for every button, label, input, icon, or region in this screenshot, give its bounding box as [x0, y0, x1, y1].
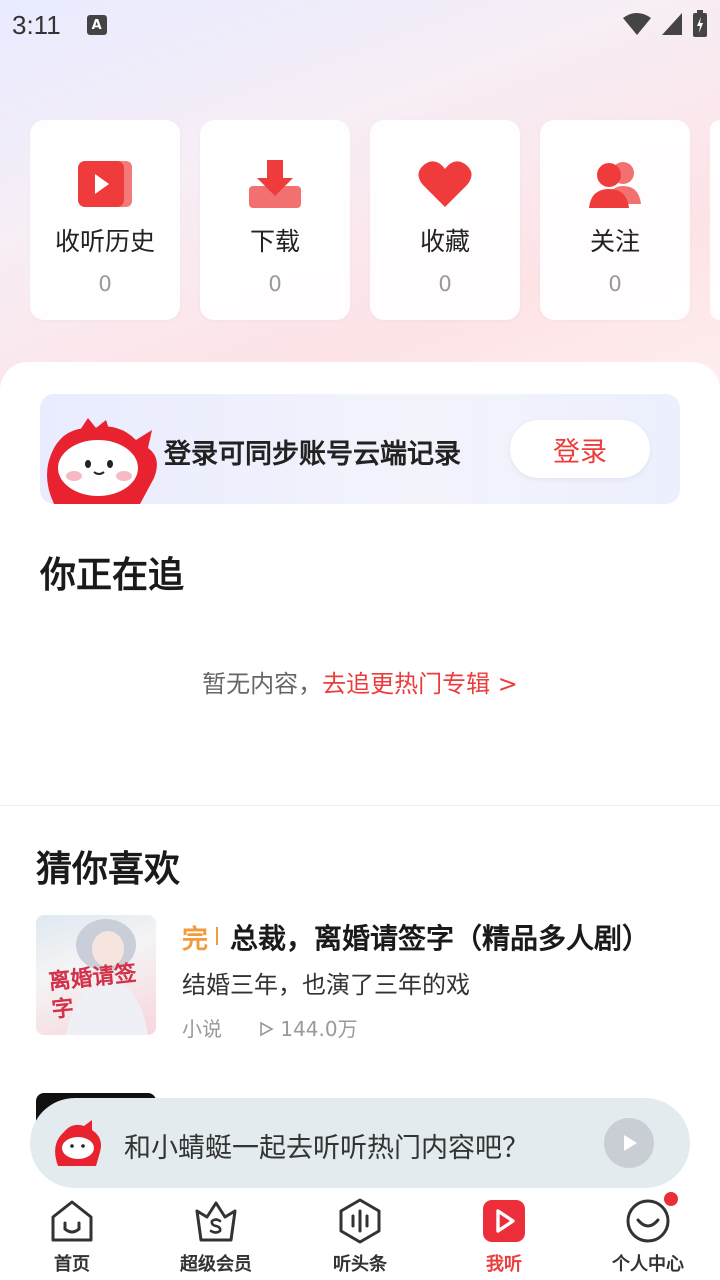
tab-profile[interactable]: 个人中心 [576, 1190, 720, 1280]
quick-download[interactable]: 下载 0 [200, 120, 350, 320]
mini-player-prompt: 和小蜻蜓一起去听听热门内容吧？ [124, 1133, 529, 1164]
cover-title-art: 离婚请签字 [47, 960, 138, 1024]
quick-favorites[interactable]: 收藏 0 [370, 120, 520, 320]
following-empty-state: 暂无内容，去追更热门专辑 > [0, 664, 720, 699]
status-time: 3:11 [12, 9, 61, 40]
recommend-title: 猜你喜欢 [36, 849, 181, 890]
bottom-tab-bar: 首页 超级会员 听头条 我听 个人中心 [0, 1190, 720, 1280]
section-divider [0, 805, 720, 806]
tab-home[interactable]: 首页 [0, 1190, 144, 1280]
heart-icon [415, 156, 475, 212]
login-prompt: 登录可同步账号云端记录 [164, 439, 461, 470]
mascot-avatar-icon [55, 1120, 101, 1166]
tab-vip[interactable]: 超级会员 [144, 1190, 288, 1280]
login-button[interactable]: 登录 [510, 420, 650, 478]
tab-headlines[interactable]: 听头条 [288, 1190, 432, 1280]
album-title: 总裁，离婚请签字（精品多人剧） [230, 922, 651, 955]
my-listen-icon [479, 1196, 529, 1246]
play-count-value: 144.0万 [280, 1017, 358, 1041]
status-bar: 3:11 A [0, 0, 720, 50]
quick-access-row: 收听历史 0 下载 0 收藏 0 关注 0 [30, 120, 690, 320]
tab-label: 我听 [486, 1254, 522, 1275]
quick-history[interactable]: 收听历史 0 [30, 120, 180, 320]
play-history-icon [75, 156, 135, 212]
quick-label: 收藏 [419, 227, 470, 256]
wifi-icon [623, 13, 651, 35]
status-icons [622, 10, 708, 38]
tab-label: 首页 [54, 1254, 90, 1275]
play-count: 144.0万 [258, 1013, 358, 1042]
recommend-item[interactable]: 离婚请签字 完 总裁，离婚请签字（精品多人剧） 结婚三年，也演了三年的戏 小说 … [36, 915, 686, 1041]
tab-label: 个人中心 [612, 1254, 684, 1275]
quick-count: 0 [438, 272, 452, 296]
quick-follow[interactable]: 关注 0 [540, 120, 690, 320]
album-description: 结婚三年，也演了三年的戏 [182, 971, 470, 999]
vip-crown-icon [191, 1196, 241, 1246]
follow-users-icon [585, 156, 645, 212]
battery-icon [693, 10, 707, 37]
tab-label: 超级会员 [180, 1254, 252, 1275]
download-icon [245, 156, 305, 212]
notification-dot [664, 1192, 678, 1206]
signal-icon [662, 13, 682, 35]
quick-count: 0 [98, 272, 112, 296]
play-count-icon [260, 1021, 274, 1037]
home-icon [47, 1196, 97, 1246]
album-cover[interactable]: 离婚请签字 [36, 915, 156, 1035]
following-title: 你正在追 [40, 555, 185, 596]
quick-label: 收听历史 [54, 227, 155, 256]
mascot-icon [47, 418, 157, 504]
quick-label: 关注 [589, 227, 640, 256]
mini-player[interactable]: 和小蜻蜓一起去听听热门内容吧？ [30, 1098, 690, 1188]
quick-label: 下载 [249, 227, 300, 256]
album-category: 小说 [182, 1017, 222, 1041]
discover-albums-link[interactable]: 去追更热门专辑 > [322, 670, 518, 698]
tab-label: 听头条 [333, 1254, 387, 1275]
completed-badge: 完 [182, 925, 209, 955]
headline-icon [335, 1196, 385, 1246]
quick-count: 0 [268, 272, 282, 296]
quick-count: 0 [608, 272, 622, 296]
tab-my-listen[interactable]: 我听 [432, 1190, 576, 1280]
play-icon [624, 1135, 637, 1151]
badge-separator [216, 927, 218, 945]
notification-icon: A [86, 15, 107, 35]
play-button[interactable] [604, 1118, 654, 1168]
empty-text: 暂无内容， [202, 670, 323, 698]
quick-card-overflow [710, 120, 720, 320]
login-banner[interactable]: 登录可同步账号云端记录 登录 [40, 394, 680, 504]
